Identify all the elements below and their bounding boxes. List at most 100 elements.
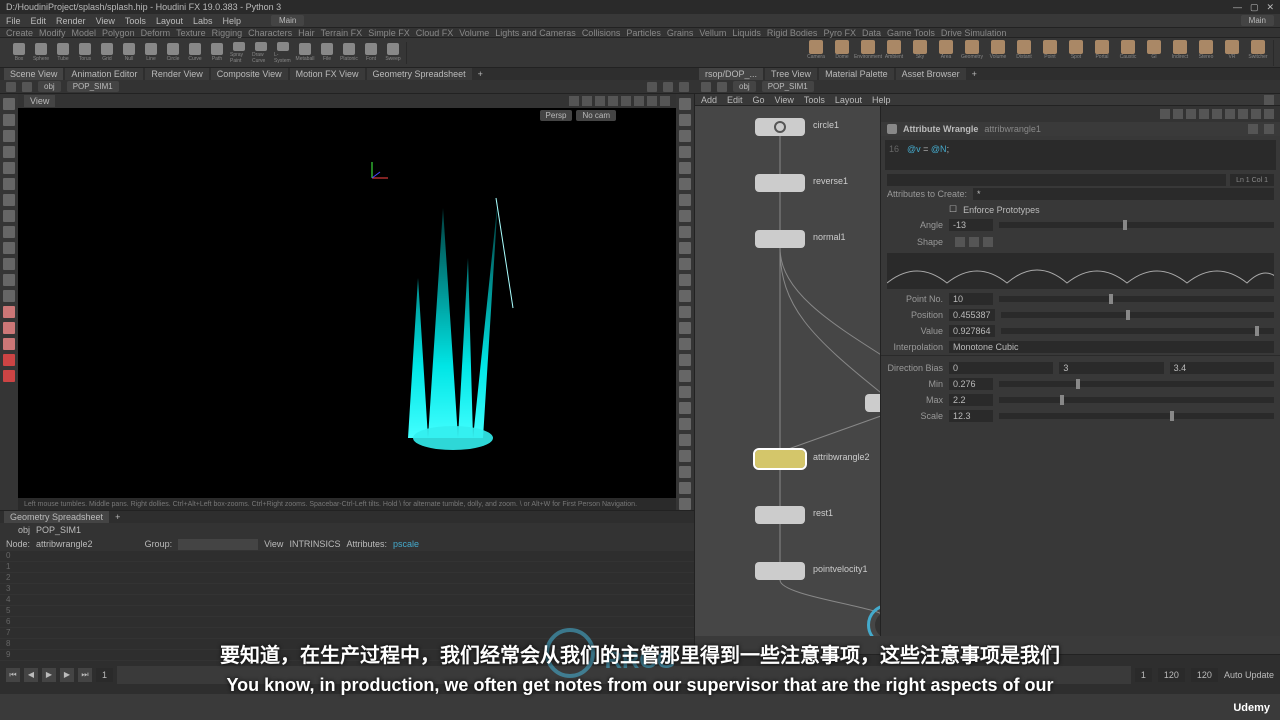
ss-path-node[interactable]: POP_SIM1 — [36, 525, 81, 535]
ramp-gear-icon[interactable] — [983, 237, 993, 247]
vp-icon[interactable] — [634, 96, 644, 106]
shelf-tool[interactable]: Torus — [76, 42, 94, 64]
viewport-tool-icon[interactable] — [3, 130, 15, 142]
viewport-tool-icon[interactable] — [3, 370, 15, 382]
viewport-tool-icon[interactable] — [3, 194, 15, 206]
shelf-tool[interactable]: Tube — [54, 42, 72, 64]
value-slider[interactable] — [1001, 328, 1274, 334]
viewport-display-icon[interactable] — [679, 194, 691, 206]
tab-spreadsheet[interactable]: Geometry Spreadsheet — [4, 511, 109, 523]
shelf-tool[interactable]: File — [318, 42, 336, 64]
shelf-tool[interactable]: Path — [208, 42, 226, 64]
viewport-tool-icon[interactable] — [3, 146, 15, 158]
code-toolbar[interactable] — [887, 174, 1226, 186]
shelf-tab[interactable]: Liquids — [732, 28, 761, 38]
min-slider[interactable] — [999, 381, 1274, 387]
shelf-tool[interactable]: L-System — [274, 42, 292, 64]
menu-help[interactable]: Help — [223, 16, 242, 26]
scale-slider[interactable] — [999, 413, 1274, 419]
dirbias-2[interactable]: 3.4 — [1170, 362, 1274, 374]
viewport-tool-icon[interactable] — [3, 338, 15, 350]
shelf-tool[interactable]: Grid — [98, 42, 116, 64]
tab-anim-editor[interactable]: Animation Editor — [65, 68, 143, 80]
viewport-display-icon[interactable] — [679, 290, 691, 302]
node-attribwrangle1[interactable] — [865, 394, 880, 412]
ramp-del-icon[interactable] — [969, 237, 979, 247]
param-node-name[interactable]: attribwrangle1 — [984, 124, 1041, 134]
ss-path-obj[interactable]: obj — [18, 525, 30, 535]
path-icon[interactable] — [679, 82, 689, 92]
node-normal1[interactable] — [755, 230, 805, 248]
shelf-light-tool[interactable]: Indirect — [1169, 40, 1191, 66]
position-slider[interactable] — [1001, 312, 1274, 318]
viewport-tool-icon[interactable] — [3, 258, 15, 270]
shelf-light-tool[interactable]: Ambient — [883, 40, 905, 66]
menu-file[interactable]: File — [6, 16, 21, 26]
nav-fwd-icon[interactable] — [717, 82, 727, 92]
viewport-display-icon[interactable] — [679, 114, 691, 126]
tab-network[interactable]: rsop/DOP_... — [699, 68, 763, 80]
path-icon[interactable] — [647, 82, 657, 92]
viewport-display-icon[interactable] — [679, 482, 691, 494]
desktop-main-button-right[interactable]: Main — [1241, 15, 1274, 26]
viewport-display-icon[interactable] — [679, 370, 691, 382]
close-icon[interactable]: ✕ — [1266, 2, 1274, 13]
nav-back-icon[interactable] — [701, 82, 711, 92]
viewport-tool-icon[interactable] — [3, 210, 15, 222]
value-value[interactable]: 0.927864 — [949, 325, 995, 337]
maximize-icon[interactable]: ▢ — [1250, 2, 1259, 13]
param-icon[interactable] — [1225, 109, 1235, 119]
shelf-tab[interactable]: Particles — [626, 28, 661, 38]
shelf-tab[interactable]: Deform — [141, 28, 171, 38]
shelf-light-tool[interactable]: Area — [935, 40, 957, 66]
viewport-display-icon[interactable] — [679, 466, 691, 478]
scale-value[interactable]: 12.3 — [949, 410, 993, 422]
viewport-display-icon[interactable] — [679, 498, 691, 510]
shelf-light-tool[interactable]: Switcher — [1247, 40, 1269, 66]
viewport-display-icon[interactable] — [679, 162, 691, 174]
viewport-display-icon[interactable] — [679, 178, 691, 190]
net-menu-edit[interactable]: Edit — [727, 95, 743, 105]
net-menu-add[interactable]: Add — [701, 95, 717, 105]
shelf-tab[interactable]: Hair — [298, 28, 315, 38]
shelf-tab[interactable]: Volume — [459, 28, 489, 38]
shelf-tool[interactable]: Spray Paint — [230, 42, 248, 64]
viewport-cam[interactable]: No cam — [576, 110, 616, 121]
viewport-display-icon[interactable] — [679, 322, 691, 334]
shelf-tool[interactable]: Null — [120, 42, 138, 64]
viewport-canvas[interactable]: Persp No cam — [18, 108, 676, 498]
shelf-tool[interactable]: Sweep — [384, 42, 402, 64]
table-row[interactable]: 2 — [0, 573, 694, 584]
tab-composite[interactable]: Composite View — [211, 68, 288, 80]
shelf-tool[interactable]: Line — [142, 42, 160, 64]
menu-labs[interactable]: Labs — [193, 16, 213, 26]
tab-add-icon[interactable]: + — [111, 511, 124, 523]
tab-render-view[interactable]: Render View — [145, 68, 208, 80]
net-menu-help[interactable]: Help — [872, 95, 891, 105]
position-value[interactable]: 0.455387 — [949, 309, 995, 321]
menu-layout[interactable]: Layout — [156, 16, 183, 26]
nav-back-icon[interactable] — [6, 82, 16, 92]
shelf-tool[interactable]: Curve — [186, 42, 204, 64]
viewport-display-icon[interactable] — [679, 242, 691, 254]
menu-edit[interactable]: Edit — [31, 16, 47, 26]
viewport-display-icon[interactable] — [679, 306, 691, 318]
shelf-tool[interactable]: Sphere — [32, 42, 50, 64]
param-icon[interactable] — [1212, 109, 1222, 119]
net-menu-tools[interactable]: Tools — [804, 95, 825, 105]
node-rest1[interactable] — [755, 506, 805, 524]
shelf-light-tool[interactable]: Point — [1039, 40, 1061, 66]
path-icon[interactable] — [663, 82, 673, 92]
net-menu-layout[interactable]: Layout — [835, 95, 862, 105]
param-icon[interactable] — [1160, 109, 1170, 119]
shelf-tool[interactable]: Draw Curve — [252, 42, 270, 64]
vp-icon[interactable] — [647, 96, 657, 106]
viewport-tool-icon[interactable] — [3, 114, 15, 126]
vp-icon[interactable] — [621, 96, 631, 106]
shelf-tab[interactable]: Data — [862, 28, 881, 38]
shelf-light-tool[interactable]: Geometry — [961, 40, 983, 66]
shape-ramp[interactable] — [887, 253, 1274, 289]
viewport-display-icon[interactable] — [679, 354, 691, 366]
shelf-tab[interactable]: Create — [6, 28, 33, 38]
shelf-tab[interactable]: Model — [72, 28, 97, 38]
